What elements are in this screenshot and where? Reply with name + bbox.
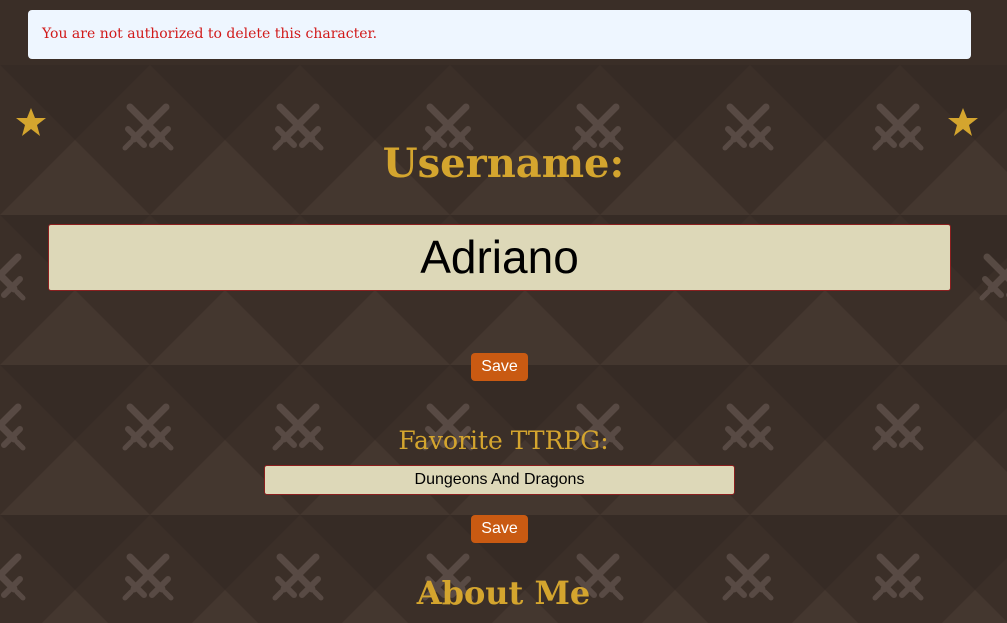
save-ttrpg-button[interactable]: Save <box>471 515 528 543</box>
save-username-button[interactable]: Save <box>471 353 528 381</box>
star-icon <box>948 108 978 136</box>
about-me-heading: About Me <box>416 574 591 612</box>
favorite-ttrpg-heading: Favorite TTRPG: <box>398 426 609 455</box>
error-alert: You are not authorized to delete this ch… <box>28 10 971 59</box>
error-alert-message: You are not authorized to delete this ch… <box>42 26 378 42</box>
username-input[interactable]: Adriano <box>48 224 951 291</box>
username-heading: Username: <box>382 140 625 187</box>
favorite-ttrpg-input[interactable]: Dungeons And Dragons <box>264 465 735 495</box>
page-content: You are not authorized to delete this ch… <box>0 0 1007 623</box>
star-icon <box>16 108 46 136</box>
